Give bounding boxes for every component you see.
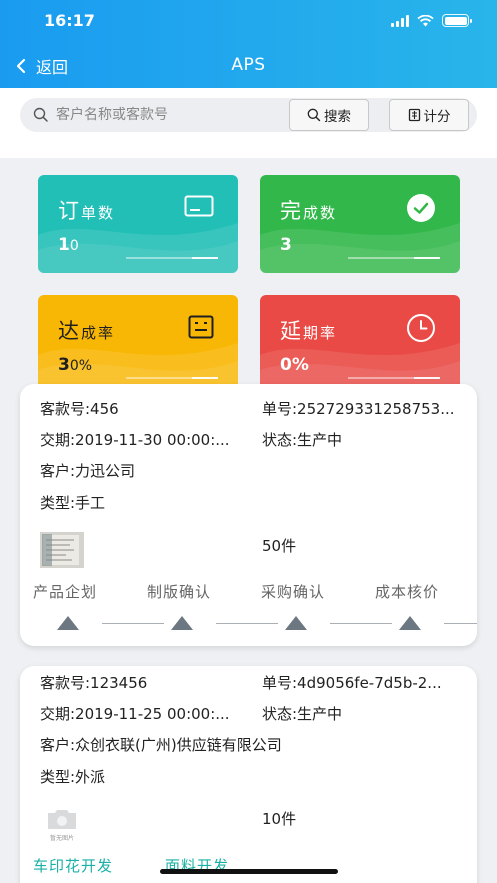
cellular-signal-icon — [391, 14, 409, 27]
customer-name: 客户:众创衣联(广州)供应链有限公司 — [40, 736, 282, 754]
search-icon — [33, 107, 48, 122]
stat-value: 30% — [58, 355, 93, 375]
document-score-icon — [408, 108, 420, 122]
delivery-date: 交期:2019-11-30 00:00:... — [40, 431, 230, 449]
customer-name: 客户:力迅公司 — [40, 462, 136, 480]
stat-label: 达成率 — [58, 319, 116, 343]
stage-connector — [444, 623, 477, 624]
score-button[interactable]: 计分 — [389, 99, 469, 131]
stat-label: 订单数 — [58, 199, 116, 223]
product-thumbnail[interactable]: 暂无图片 — [44, 809, 80, 842]
search-input[interactable] — [56, 98, 296, 132]
stat-label: 完成数 — [280, 199, 338, 223]
stat-label: 延期率 — [280, 319, 338, 343]
stat-card-completed[interactable]: 完成数 3 — [260, 175, 460, 273]
stage-connector — [102, 623, 164, 624]
stage-marker — [171, 616, 193, 630]
stat-value: 0% — [280, 355, 309, 375]
stat-card-achievement-rate[interactable]: 达成率 30% — [38, 295, 238, 393]
product-thumbnail[interactable] — [40, 532, 84, 568]
no-image-text: 暂无图片 — [49, 835, 74, 842]
order-status: 状态:生产中 — [262, 431, 343, 449]
stage-cost-pricing[interactable]: 成本核价 — [375, 581, 439, 602]
clock-icon — [407, 314, 435, 342]
battery-icon — [442, 14, 472, 27]
quantity: 10件 — [262, 810, 297, 828]
style-number: 客款号:123456 — [40, 674, 148, 692]
order-card[interactable]: 客款号:123456 单号:4d9056fe-7d5b-2... 交期:2019… — [20, 666, 477, 883]
stat-card-delay-rate[interactable]: 延期率 0% — [260, 295, 460, 393]
check-circle-icon — [407, 194, 435, 222]
card-icon — [184, 195, 214, 217]
search-button[interactable]: 搜索 — [289, 99, 369, 131]
stage-print-development[interactable]: 车印花开发 — [33, 855, 113, 876]
stage-marker — [399, 616, 421, 630]
order-type: 类型:手工 — [40, 494, 106, 512]
stage-connector — [330, 623, 392, 624]
nav-header: 16:17 返回 APS — [0, 0, 497, 88]
order-card[interactable]: 客款号:456 单号:252729331258753... 交期:2019-11… — [20, 384, 477, 646]
stage-marker — [285, 616, 307, 630]
stat-card-orders[interactable]: 订单数 10 — [38, 175, 238, 273]
quantity: 50件 — [262, 537, 297, 555]
order-type: 类型:外派 — [40, 768, 106, 786]
page-title: APS — [231, 55, 266, 75]
style-number: 客款号:456 — [40, 400, 119, 418]
search-bar: 搜索 计分 — [0, 88, 497, 158]
stat-progress-line — [126, 377, 218, 379]
stage-pattern-confirm[interactable]: 制版确认 — [147, 581, 211, 602]
stage-product-planning[interactable]: 产品企划 — [33, 581, 97, 602]
stat-progress-line — [348, 377, 440, 379]
list-box-icon — [188, 315, 214, 339]
home-indicator — [160, 869, 338, 874]
order-number: 单号:4d9056fe-7d5b-2... — [262, 674, 442, 692]
order-status: 状态:生产中 — [262, 705, 343, 723]
search-icon — [307, 108, 321, 122]
order-number: 单号:252729331258753... — [262, 400, 455, 418]
status-time: 16:17 — [44, 11, 95, 30]
stage-connector — [216, 623, 278, 624]
stage-purchase-confirm[interactable]: 采购确认 — [261, 581, 325, 602]
delivery-date: 交期:2019-11-25 00:00:... — [40, 705, 230, 723]
camera-icon — [48, 810, 76, 829]
search-button-label: 搜索 — [324, 109, 351, 125]
stat-progress-line — [348, 257, 440, 259]
score-button-label: 计分 — [423, 109, 451, 125]
stage-marker — [57, 616, 79, 630]
stat-progress-line — [126, 257, 218, 259]
wifi-icon — [417, 14, 434, 26]
stat-value: 10 — [58, 235, 79, 255]
status-icons — [391, 14, 472, 27]
stat-value: 3 — [280, 235, 292, 255]
